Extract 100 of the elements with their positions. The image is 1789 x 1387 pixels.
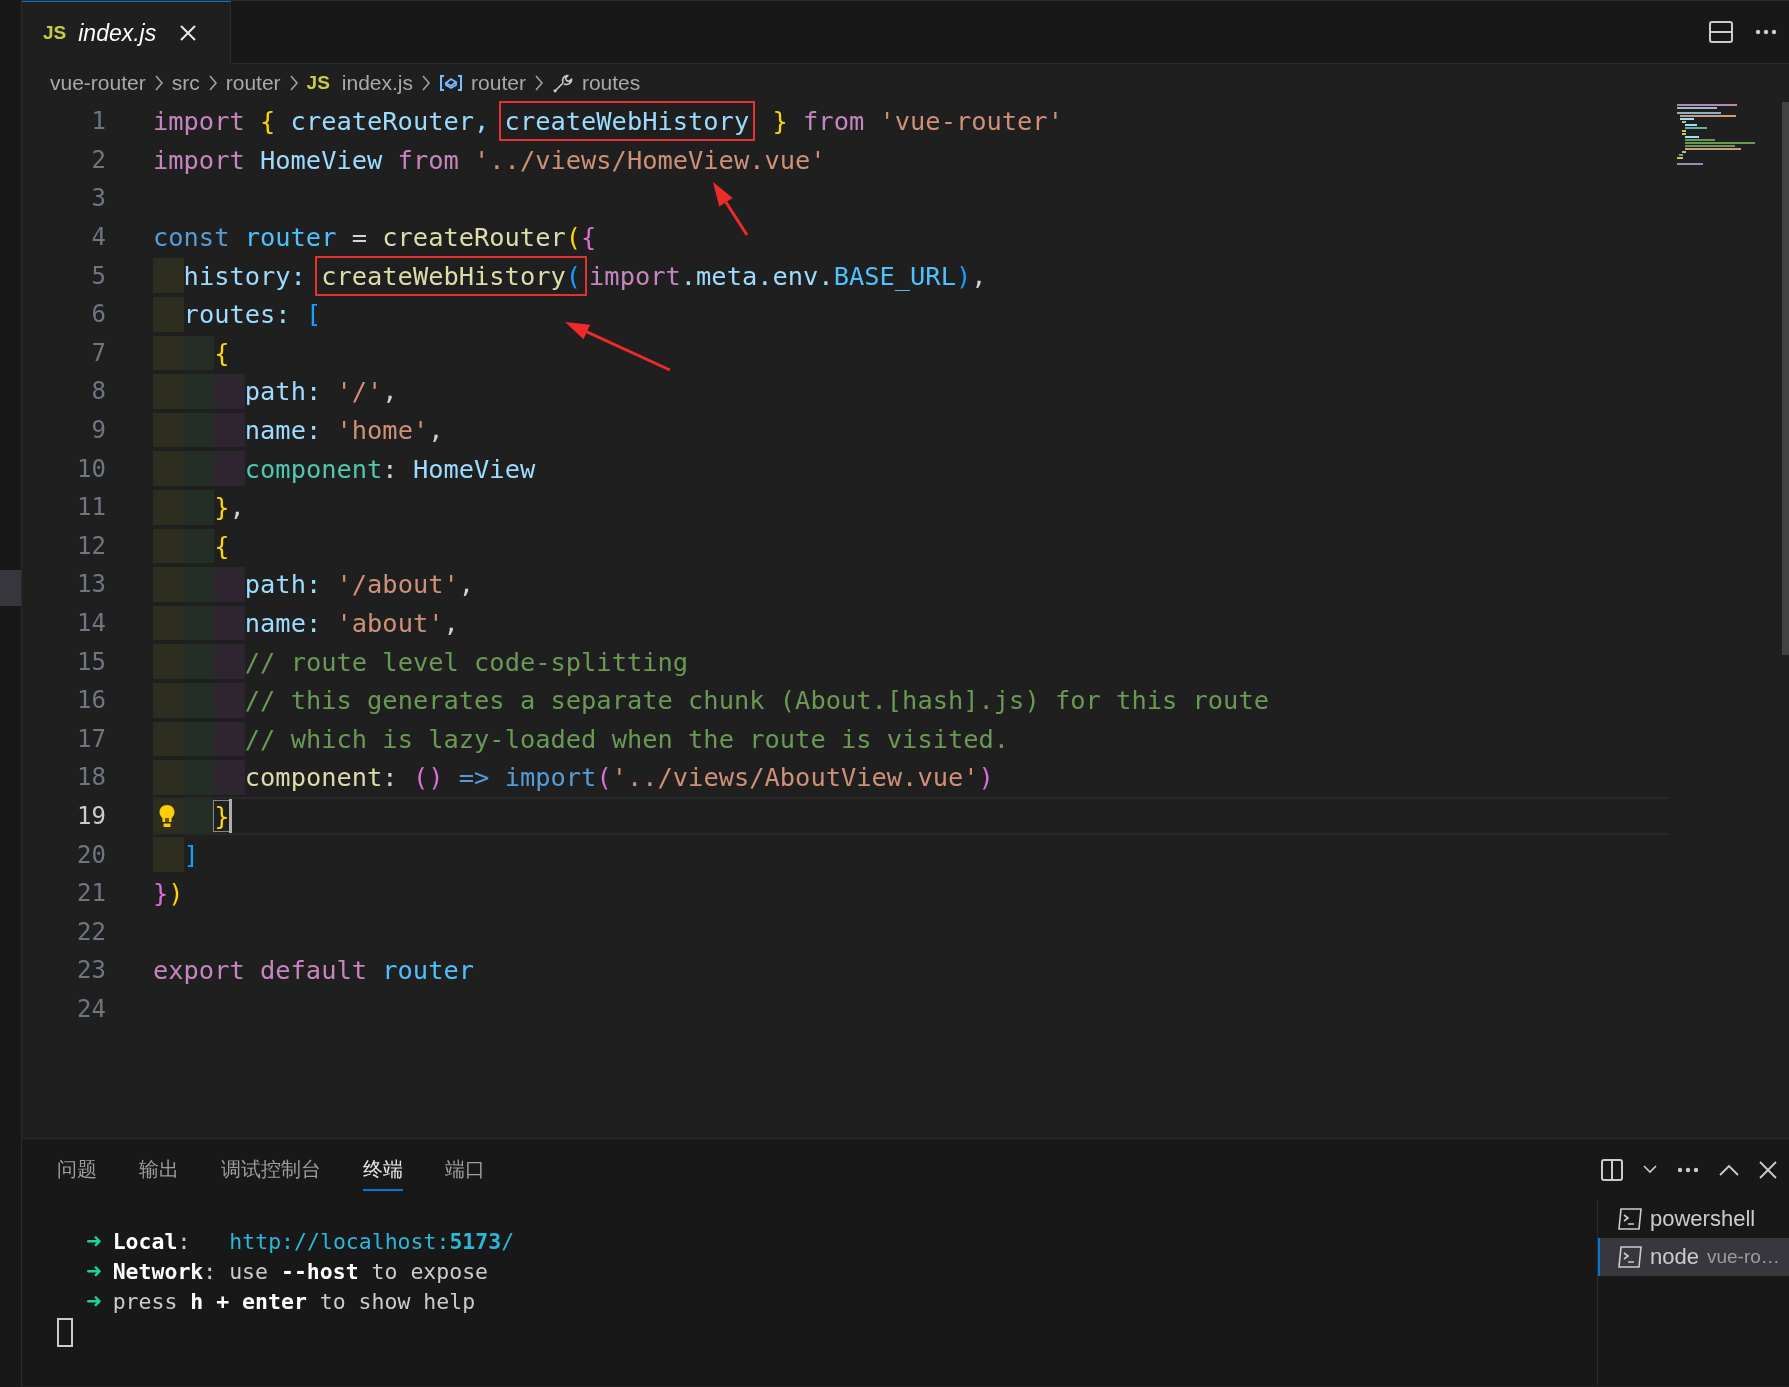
line-number: 3 (90, 184, 106, 213)
code-text: routes: [ (183, 299, 322, 330)
more-icon[interactable] (1755, 29, 1777, 35)
line-number: 18 (76, 763, 106, 792)
line-number: 15 (76, 647, 106, 676)
code-text: // route level code-splitting (244, 646, 689, 677)
tab-label: index.js (78, 19, 157, 47)
highlighted-code: createWebHistory (500, 103, 754, 140)
line-number: 2 (90, 145, 106, 174)
terminal-text: Network: use --host to expose (112, 1258, 489, 1284)
wrench-icon (551, 72, 574, 94)
chevron-icon (533, 74, 544, 92)
code-text: } from 'vue-router' (771, 106, 1063, 137)
text-cursor (229, 798, 233, 834)
code-text: }, (214, 492, 245, 523)
list-highlight (0, 570, 21, 606)
editor-tab[interactable]: JS index.js (22, 1, 231, 64)
matched-bracket: } (214, 801, 230, 831)
split-terminal-icon[interactable] (1601, 1158, 1623, 1181)
breadcrumb-item[interactable]: routes (581, 71, 641, 95)
breadcrumb-item[interactable]: src (171, 71, 200, 95)
chevron-icon (153, 74, 164, 92)
terminal-name: node (1650, 1244, 1699, 1270)
line-number: 20 (76, 840, 106, 869)
code-text: const router = createRouter({ (153, 222, 597, 253)
line-number: 17 (76, 724, 106, 753)
line-number: 7 (90, 338, 106, 367)
terminal-link[interactable]: http://localhost:5173/ (229, 1228, 515, 1254)
chevron-icon (207, 74, 218, 92)
chevron-up-icon[interactable] (1719, 1163, 1739, 1176)
line-number: 16 (76, 686, 106, 715)
panel-tab[interactable]: 输出 (139, 1148, 179, 1191)
variable-icon (439, 74, 464, 92)
line-number: 14 (76, 609, 106, 637)
code-text: component: HomeView (244, 453, 536, 484)
terminal-detail: vue-ro… (1706, 1246, 1780, 1268)
terminal-cursor (57, 1318, 73, 1347)
breadcrumb-item[interactable]: router (471, 71, 526, 95)
code-text: import HomeView from '../views/HomeView.vue' (153, 144, 826, 175)
more-icon[interactable] (1677, 1166, 1699, 1173)
code-text: path: '/', (244, 376, 398, 407)
scroll-thumb[interactable] (1782, 102, 1789, 655)
line-number: 21 (76, 879, 106, 908)
code-text: name: 'home', (244, 415, 444, 446)
panel-tab[interactable]: 端口 (445, 1148, 485, 1191)
file-type-label: JS (43, 22, 67, 44)
prompt-arrow: ➜ (86, 1256, 102, 1286)
line-number: 4 (90, 223, 106, 252)
terminal-icon (1618, 1208, 1642, 1230)
annotation-arrow (713, 182, 749, 236)
line-number: 8 (90, 377, 106, 406)
line-number: 19 (76, 802, 106, 830)
chevron-icon (421, 74, 432, 92)
panel-tab[interactable]: 终端 (363, 1148, 403, 1191)
line-number: 1 (90, 107, 106, 136)
line-number: 6 (90, 300, 106, 329)
line-number: 11 (76, 493, 106, 522)
terminal-text: press h + enter to show help (112, 1288, 476, 1314)
code-text: import { createRouter, (153, 106, 491, 137)
panel-tab[interactable]: 问题 (57, 1148, 97, 1191)
minimap[interactable] (1677, 104, 1757, 166)
prompt-arrow: ➜ (86, 1226, 102, 1256)
panel-tab[interactable]: 调试控制台 (221, 1148, 321, 1191)
code-text: path: '/about', (244, 569, 475, 600)
code-text: name: 'about', (244, 608, 459, 638)
line-number: 23 (76, 956, 106, 985)
code-text: ] (183, 839, 199, 870)
line-number: 5 (90, 261, 106, 290)
code-text: { (214, 530, 230, 561)
lightbulb-icon[interactable] (158, 803, 176, 828)
line-number: 24 (76, 994, 106, 1023)
terminal-icon (1618, 1246, 1642, 1268)
close-icon[interactable] (1759, 1160, 1777, 1179)
line-number: 22 (76, 917, 106, 946)
line-number: 13 (76, 570, 106, 599)
prompt-arrow: ➜ (86, 1286, 102, 1316)
close-icon[interactable] (178, 23, 199, 43)
file-type-label: JS (306, 72, 330, 94)
code-text: // this generates a separate chunk (About.[hash].js) for this route (244, 685, 1269, 716)
code-text: history: (183, 260, 307, 291)
code-text: component: () => import('../views/AboutView.vue') (244, 762, 994, 793)
code-text: }) (153, 878, 184, 909)
line-number: 10 (76, 454, 106, 483)
highlighted-code: createWebHistory( (317, 257, 586, 294)
code-text: export default router (153, 955, 474, 986)
line-number: 12 (76, 531, 106, 560)
code-text: // which is lazy-loaded when the route is visited. (244, 723, 1010, 754)
breadcrumb-item[interactable]: router (225, 71, 281, 95)
terminal-list-item[interactable]: node vue-ro… (1598, 1238, 1789, 1276)
code-text: { (214, 337, 230, 368)
line-number: 9 (90, 416, 106, 445)
breadcrumb-item[interactable]: index.js (341, 71, 414, 95)
terminal-list-item[interactable]: powershell (1598, 1200, 1789, 1238)
chevron-icon (288, 74, 299, 92)
terminal-name: powershell (1650, 1206, 1756, 1232)
split-editor-icon[interactable] (1709, 21, 1733, 43)
breadcrumb-item[interactable]: vue-router (50, 71, 146, 95)
chevron-down-icon[interactable] (1643, 1165, 1657, 1174)
code-text: import.meta.env.BASE_URL), (589, 260, 987, 291)
terminal-text: Local: (112, 1228, 191, 1254)
